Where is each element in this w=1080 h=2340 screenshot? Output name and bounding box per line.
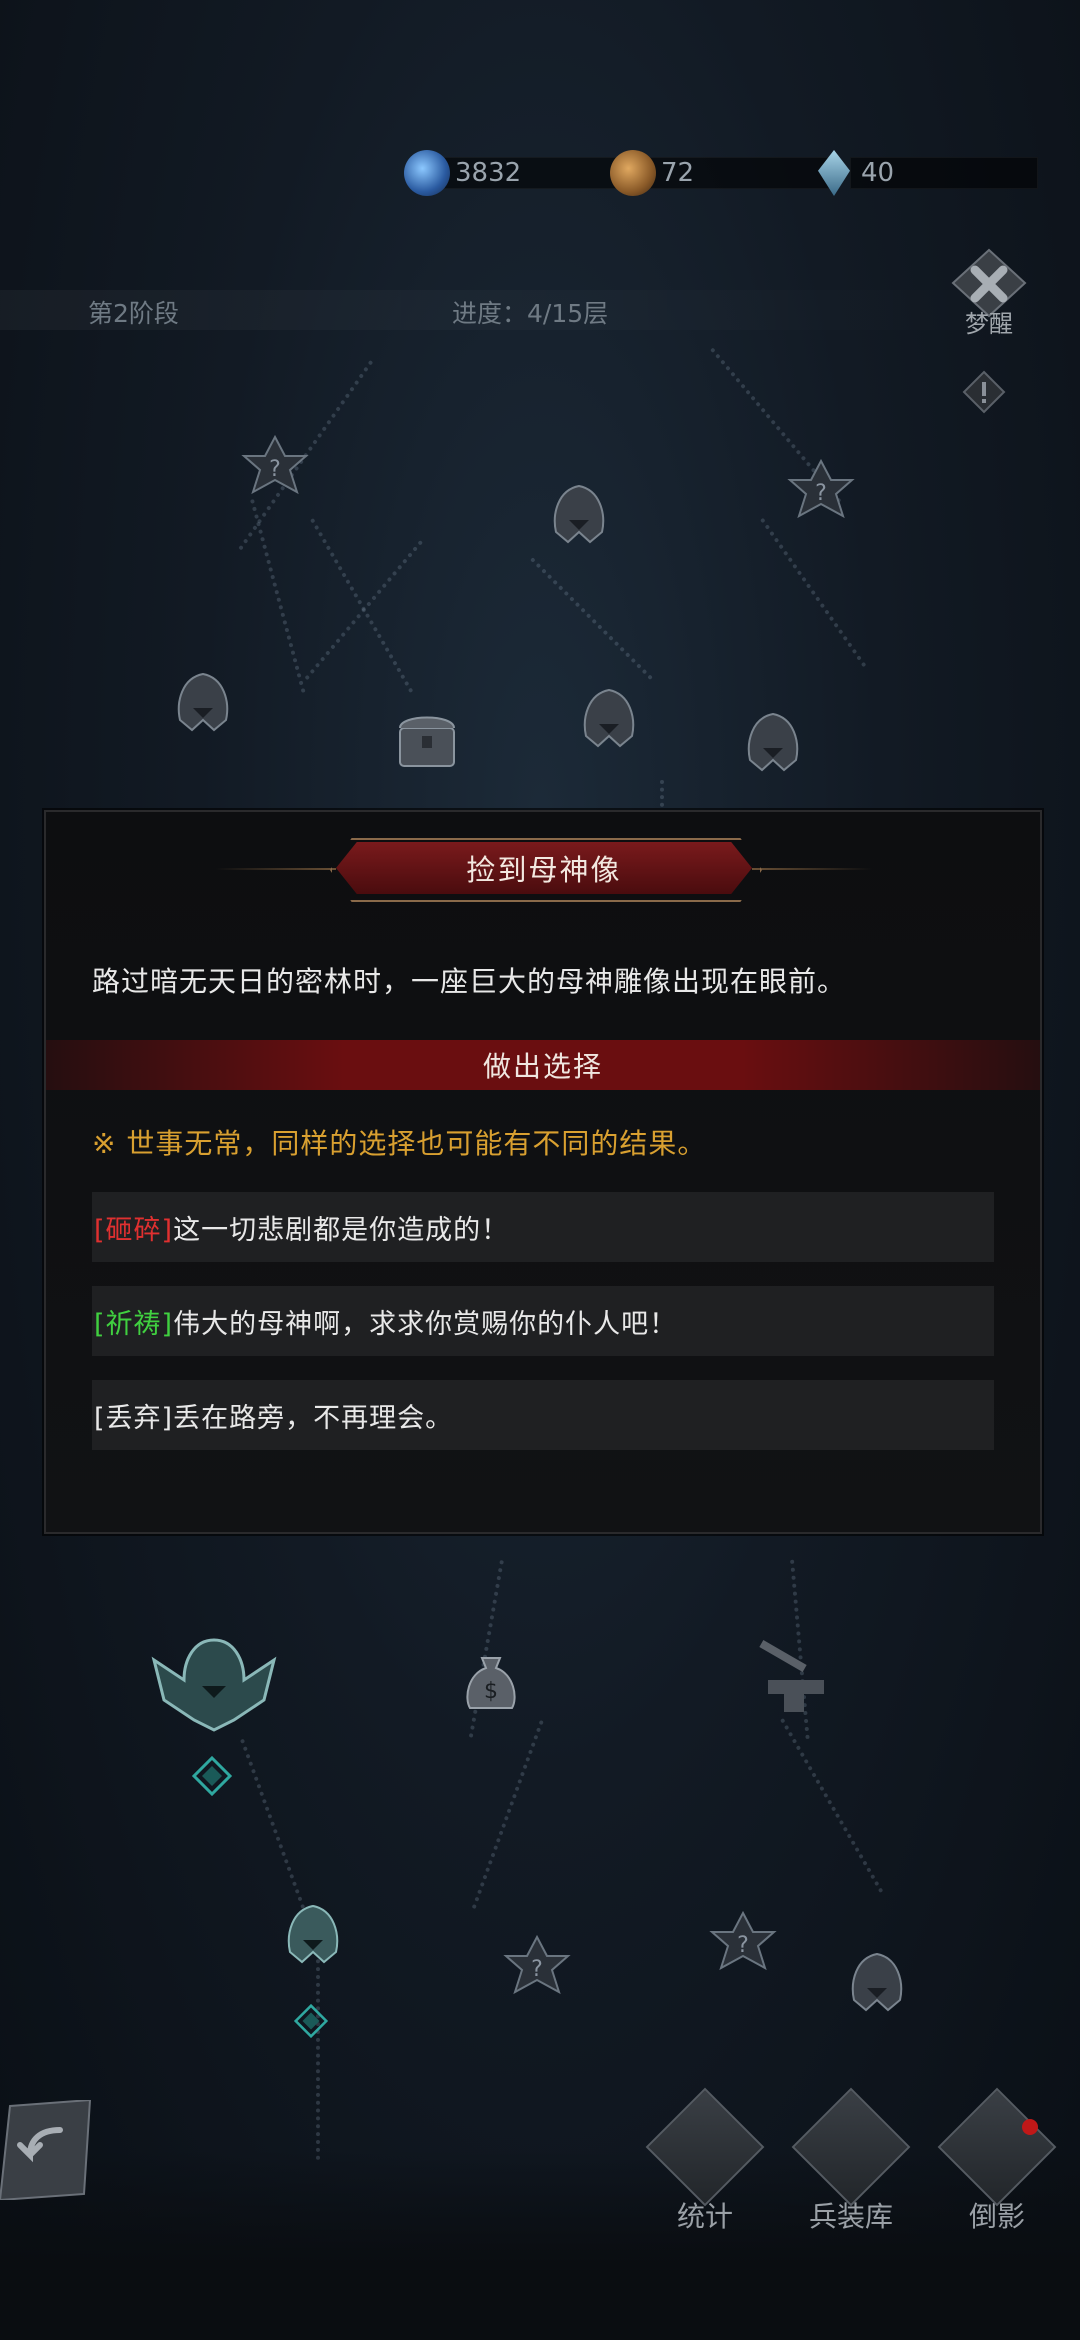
- stage-row: 第2阶段 进度：4/15层: [0, 290, 1080, 330]
- svg-text:?: ?: [531, 1957, 543, 1982]
- armory-book-icon: [791, 2087, 911, 2207]
- option-text: 这一切悲剧都是你造成的！: [173, 1214, 510, 1246]
- forge-node[interactable]: [748, 1640, 838, 1720]
- enemy-node[interactable]: [574, 684, 644, 754]
- reflection-button[interactable]: 倒影: [937, 2087, 1057, 2235]
- stats-button[interactable]: 统计: [645, 2087, 765, 2235]
- enemy-node[interactable]: [842, 1948, 912, 2018]
- option-discard[interactable]: [丢弃] 丢在路旁，不再理会。: [92, 1380, 994, 1450]
- alert-icon: [962, 370, 1006, 414]
- progress-label: 进度：4/15层: [452, 299, 609, 328]
- dialog-title: 捡到母神像: [336, 842, 752, 894]
- anvil-hammer-icon: [759, 1640, 824, 1712]
- notification-dot: [1022, 2119, 1038, 2135]
- mystery-node[interactable]: ?: [240, 434, 310, 504]
- resource-coin-value: 72: [650, 157, 834, 189]
- boss-node[interactable]: [144, 1630, 284, 1740]
- event-description: 路过暗无天日的密林时，一座巨大的母神雕像出现在眼前。: [92, 965, 847, 998]
- hooded-enemy-icon: [553, 484, 605, 544]
- event-dialog: 捡到母神像 路过暗无天日的密林时，一座巨大的母神雕像出现在眼前。 做出选择 ※ …: [44, 810, 1042, 1534]
- option-text: 伟大的母神啊，求求你赏赐你的仆人吧！: [173, 1308, 678, 1340]
- resource-coin: 72: [610, 150, 834, 196]
- mystery-node[interactable]: ?: [786, 458, 856, 528]
- warning-note: ※ 世事无常，同样的选择也可能有不同的结果。: [92, 1127, 707, 1160]
- winged-boss-icon: [151, 1638, 277, 1732]
- enemy-node[interactable]: [738, 708, 808, 778]
- shop-node[interactable]: $: [456, 1648, 526, 1718]
- path-marker: [293, 2003, 329, 2039]
- stage-label: 第2阶段: [88, 299, 179, 328]
- mystery-star-icon: ?: [709, 1910, 777, 1971]
- hooded-enemy-icon: [287, 1904, 339, 1964]
- svg-text:?: ?: [737, 1933, 749, 1958]
- choose-header: 做出选择: [46, 1040, 1040, 1090]
- resource-crystal: 40: [818, 150, 1038, 196]
- teal-diamond-icon: [191, 1755, 233, 1797]
- option-text: 丢在路旁，不再理会。: [173, 1402, 454, 1434]
- back-button[interactable]: [0, 2098, 96, 2202]
- resource-soul: 3832: [404, 150, 628, 196]
- treasure-chest-icon: [399, 716, 455, 767]
- hooded-enemy-icon: [177, 672, 229, 732]
- hooded-enemy-icon: [583, 688, 635, 748]
- wake-button[interactable]: 梦醒: [944, 248, 1034, 348]
- money-bag-icon: $: [466, 1657, 516, 1709]
- enemy-node[interactable]: [278, 1900, 348, 1970]
- soul-orb-icon: [404, 150, 450, 196]
- svg-text:?: ?: [269, 457, 281, 482]
- svg-text:$: $: [484, 1679, 498, 1704]
- path-marker: [191, 1755, 233, 1797]
- resource-soul-value: 3832: [444, 157, 628, 189]
- back-arrow-icon: [0, 2098, 92, 2202]
- option-smash[interactable]: [砸碎] 这一切悲剧都是你造成的！: [92, 1192, 994, 1262]
- resource-crystal-value: 40: [850, 157, 1038, 189]
- crystal-icon: [818, 150, 850, 196]
- option-tag: [砸碎]: [94, 1214, 174, 1246]
- mystery-star-icon: ?: [241, 434, 309, 495]
- mystery-node[interactable]: ?: [502, 1934, 572, 2004]
- mystery-star-icon: ?: [787, 458, 855, 519]
- reflection-figure-icon: [937, 2087, 1057, 2207]
- enemy-node[interactable]: [544, 480, 614, 550]
- mystery-node[interactable]: ?: [708, 1910, 778, 1980]
- svg-text:?: ?: [815, 481, 827, 506]
- treasure-node[interactable]: [392, 706, 462, 776]
- option-tag: [丢弃]: [94, 1402, 174, 1434]
- option-pray[interactable]: [祈祷] 伟大的母神啊，求求你赏赐你的仆人吧！: [92, 1286, 994, 1356]
- enemy-node[interactable]: [168, 668, 238, 738]
- mystery-star-icon: ?: [503, 1934, 571, 1995]
- option-tag: [祈祷]: [94, 1308, 174, 1340]
- alert-button[interactable]: [962, 370, 1006, 414]
- coin-icon: [610, 150, 656, 196]
- hooded-enemy-icon: [851, 1952, 903, 2012]
- armory-button[interactable]: 兵装库: [791, 2087, 911, 2235]
- hooded-enemy-icon: [747, 712, 799, 772]
- teal-diamond-icon: [293, 2003, 329, 2039]
- bottom-bar: [0, 2150, 1080, 2340]
- stats-icon: [645, 2087, 765, 2207]
